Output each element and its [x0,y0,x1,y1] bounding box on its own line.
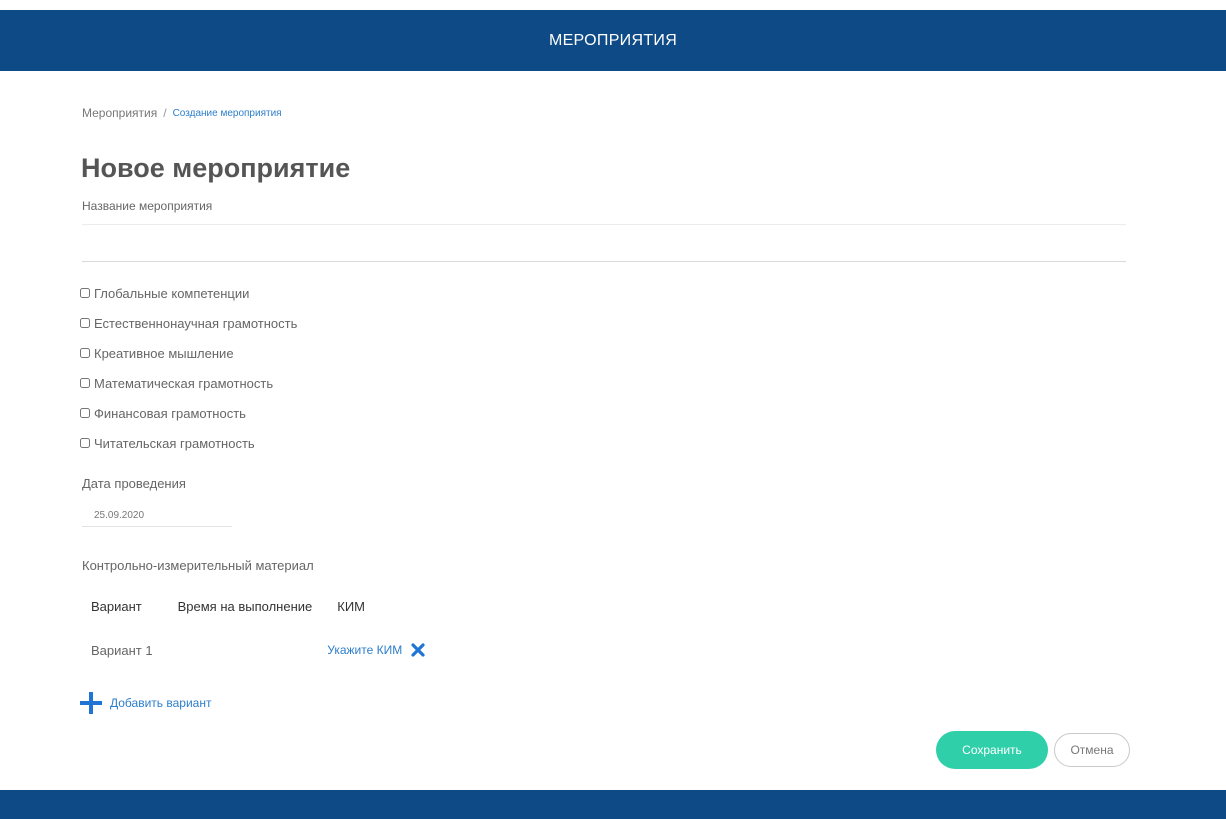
competency-option[interactable]: Читательская грамотность [80,428,297,458]
breadcrumb-current: Создание мероприятия [172,107,282,119]
date-input[interactable] [82,509,224,521]
table-row: Вариант 1 Укажите КИМ [82,624,442,676]
breadcrumb: Мероприятия / Создание мероприятия [82,106,282,120]
add-variant-button[interactable]: Добавить вариант [80,692,211,714]
variant-name-cell: Вариант 1 [91,642,153,658]
kim-cell: Укажите КИМ [327,624,442,676]
page-title: Новое мероприятие [81,153,351,183]
plus-icon [80,692,102,714]
add-variant-label: Добавить вариант [110,696,212,710]
kim-table-header-row: Вариант Время на выполнение КИМ [82,588,442,624]
competency-checkbox[interactable] [80,438,90,448]
top-header-bar: МЕРОПРИЯТИЯ [0,10,1226,71]
breadcrumb-separator: / [163,106,167,120]
close-icon[interactable] [410,642,426,658]
competency-label: Естественнонаучная грамотность [94,315,298,331]
date-field [82,504,232,527]
competency-option[interactable]: Глобальные компетенции [80,278,297,308]
competency-option[interactable]: Креативное мышление [80,338,297,368]
kim-table: Вариант Время на выполнение КИМ Вариант … [82,588,442,676]
competency-label: Финансовая грамотность [94,405,246,421]
breadcrumb-root-link[interactable]: Мероприятия [82,106,157,120]
competency-list: Глобальные компетенции Естественнонаучна… [80,278,297,458]
competency-option[interactable]: Математическая грамотность [80,368,297,398]
bottom-footer-bar [0,790,1226,819]
column-header-time: Время на выполнение [177,598,313,614]
select-kim-link[interactable]: Укажите КИМ [327,643,402,657]
competency-label: Читательская грамотность [94,435,255,451]
column-header-kim: КИМ [337,598,365,614]
competency-option[interactable]: Финансовая грамотность [80,398,297,428]
competency-label: Математическая грамотность [94,375,274,391]
competency-checkbox[interactable] [80,288,90,298]
save-button[interactable]: Сохранить [936,731,1048,769]
competency-option[interactable]: Естественнонаучная грамотность [80,308,297,338]
header-title: МЕРОПРИЯТИЯ [548,31,678,49]
time-cell[interactable] [169,624,329,676]
competency-checkbox[interactable] [80,408,90,418]
competency-checkbox[interactable] [80,348,90,358]
column-header-variant: Вариант [91,598,142,614]
competency-label: Глобальные компетенции [94,285,250,301]
kim-actions: Укажите КИМ [327,642,426,658]
competency-checkbox[interactable] [80,318,90,328]
competency-label: Креативное мышление [94,345,234,361]
cancel-button[interactable]: Отмена [1054,733,1130,767]
event-name-label: Название мероприятия [82,199,213,213]
kim-section-label: Контрольно-измерительный материал [82,558,314,573]
event-name-input[interactable] [82,224,1126,262]
competency-checkbox[interactable] [80,378,90,388]
date-label: Дата проведения [82,476,186,491]
